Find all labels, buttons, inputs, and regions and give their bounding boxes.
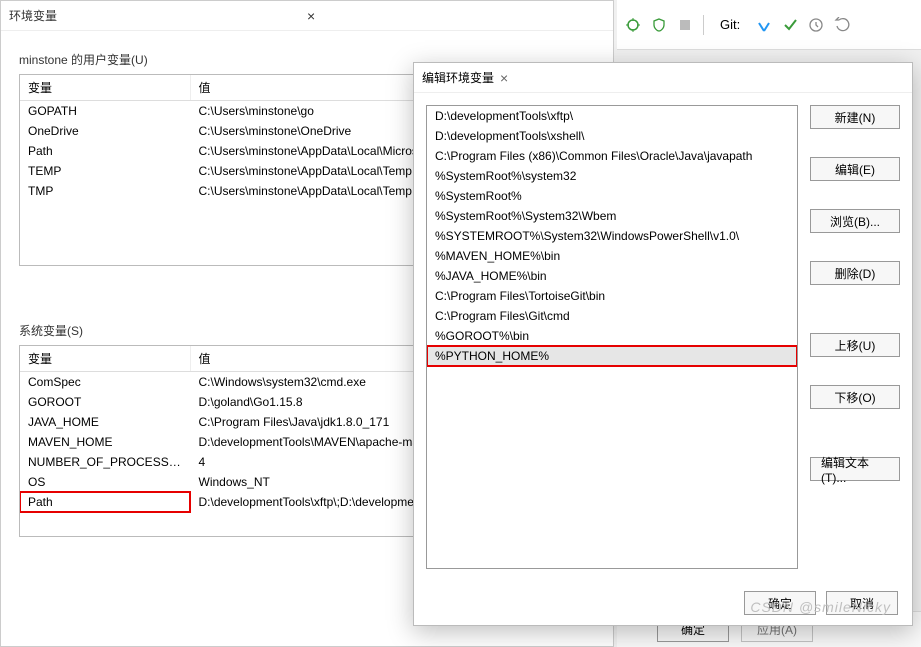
close-icon[interactable]: × bbox=[301, 8, 605, 24]
var-name: TMP bbox=[20, 181, 190, 201]
edit-dialog-titlebar[interactable]: 编辑环境变量 × bbox=[414, 63, 912, 93]
cancel-button[interactable]: 取消 bbox=[826, 591, 898, 615]
var-name: OneDrive bbox=[20, 121, 190, 141]
user-header-name[interactable]: 变量 bbox=[20, 75, 190, 101]
browse-button[interactable]: 浏览(B)... bbox=[810, 209, 900, 233]
list-item[interactable]: %SystemRoot%\system32 bbox=[427, 166, 797, 186]
list-item[interactable]: C:\Program Files\Git\cmd bbox=[427, 306, 797, 326]
path-entries-listbox[interactable]: D:\developmentTools\xftp\D:\developmentT… bbox=[426, 105, 798, 569]
commit-check-icon[interactable] bbox=[782, 17, 798, 33]
stop-icon[interactable] bbox=[677, 17, 693, 33]
list-item[interactable]: %JAVA_HOME%\bin bbox=[427, 266, 797, 286]
delete-button[interactable]: 删除(D) bbox=[810, 261, 900, 285]
edit-side-buttons: 新建(N) 编辑(E) 浏览(B)... 删除(D) 上移(U) 下移(O) 编… bbox=[810, 105, 900, 569]
edit-dialog-title: 编辑环境变量 bbox=[422, 69, 494, 86]
ide-toolbar: Git: bbox=[617, 0, 921, 50]
env-dialog-titlebar[interactable]: 环境变量 × bbox=[1, 1, 613, 31]
var-name: NUMBER_OF_PROCESSORS bbox=[20, 452, 190, 472]
coverage-icon[interactable] bbox=[651, 17, 667, 33]
edit-text-button[interactable]: 编辑文本(T)... bbox=[810, 457, 900, 481]
list-item[interactable]: C:\Program Files (x86)\Common Files\Orac… bbox=[427, 146, 797, 166]
git-label: Git: bbox=[720, 17, 740, 32]
history-icon[interactable] bbox=[808, 17, 824, 33]
var-name: GOPATH bbox=[20, 101, 190, 122]
list-item[interactable]: %PYTHON_HOME% bbox=[427, 346, 797, 366]
list-item[interactable]: %MAVEN_HOME%\bin bbox=[427, 246, 797, 266]
var-name: Path bbox=[20, 492, 190, 512]
ok-button[interactable]: 确定 bbox=[744, 591, 816, 615]
bug-icon[interactable] bbox=[625, 17, 641, 33]
var-name: OS bbox=[20, 472, 190, 492]
move-up-button[interactable]: 上移(U) bbox=[810, 333, 900, 357]
list-item[interactable]: D:\developmentTools\xftp\ bbox=[427, 106, 797, 126]
list-item[interactable]: D:\developmentTools\xshell\ bbox=[427, 126, 797, 146]
env-dialog-title: 环境变量 bbox=[9, 7, 301, 24]
list-item[interactable]: %GOROOT%\bin bbox=[427, 326, 797, 346]
var-name: MAVEN_HOME bbox=[20, 432, 190, 452]
edit-env-variable-dialog: 编辑环境变量 × D:\developmentTools\xftp\D:\dev… bbox=[413, 62, 913, 626]
var-name: ComSpec bbox=[20, 372, 190, 393]
rollback-icon[interactable] bbox=[834, 17, 850, 33]
var-name: Path bbox=[20, 141, 190, 161]
close-icon[interactable]: × bbox=[494, 70, 514, 86]
list-item[interactable]: %SystemRoot% bbox=[427, 186, 797, 206]
update-icon[interactable] bbox=[756, 17, 772, 33]
toolbar-divider bbox=[703, 15, 704, 35]
list-item[interactable]: %SystemRoot%\System32\Wbem bbox=[427, 206, 797, 226]
edit-button[interactable]: 编辑(E) bbox=[810, 157, 900, 181]
list-item[interactable]: C:\Program Files\TortoiseGit\bin bbox=[427, 286, 797, 306]
var-name: TEMP bbox=[20, 161, 190, 181]
var-name: GOROOT bbox=[20, 392, 190, 412]
list-item[interactable]: %SYSTEMROOT%\System32\WindowsPowerShell\… bbox=[427, 226, 797, 246]
new-button[interactable]: 新建(N) bbox=[810, 105, 900, 129]
sys-header-name[interactable]: 变量 bbox=[20, 346, 190, 372]
var-name: JAVA_HOME bbox=[20, 412, 190, 432]
move-down-button[interactable]: 下移(O) bbox=[810, 385, 900, 409]
